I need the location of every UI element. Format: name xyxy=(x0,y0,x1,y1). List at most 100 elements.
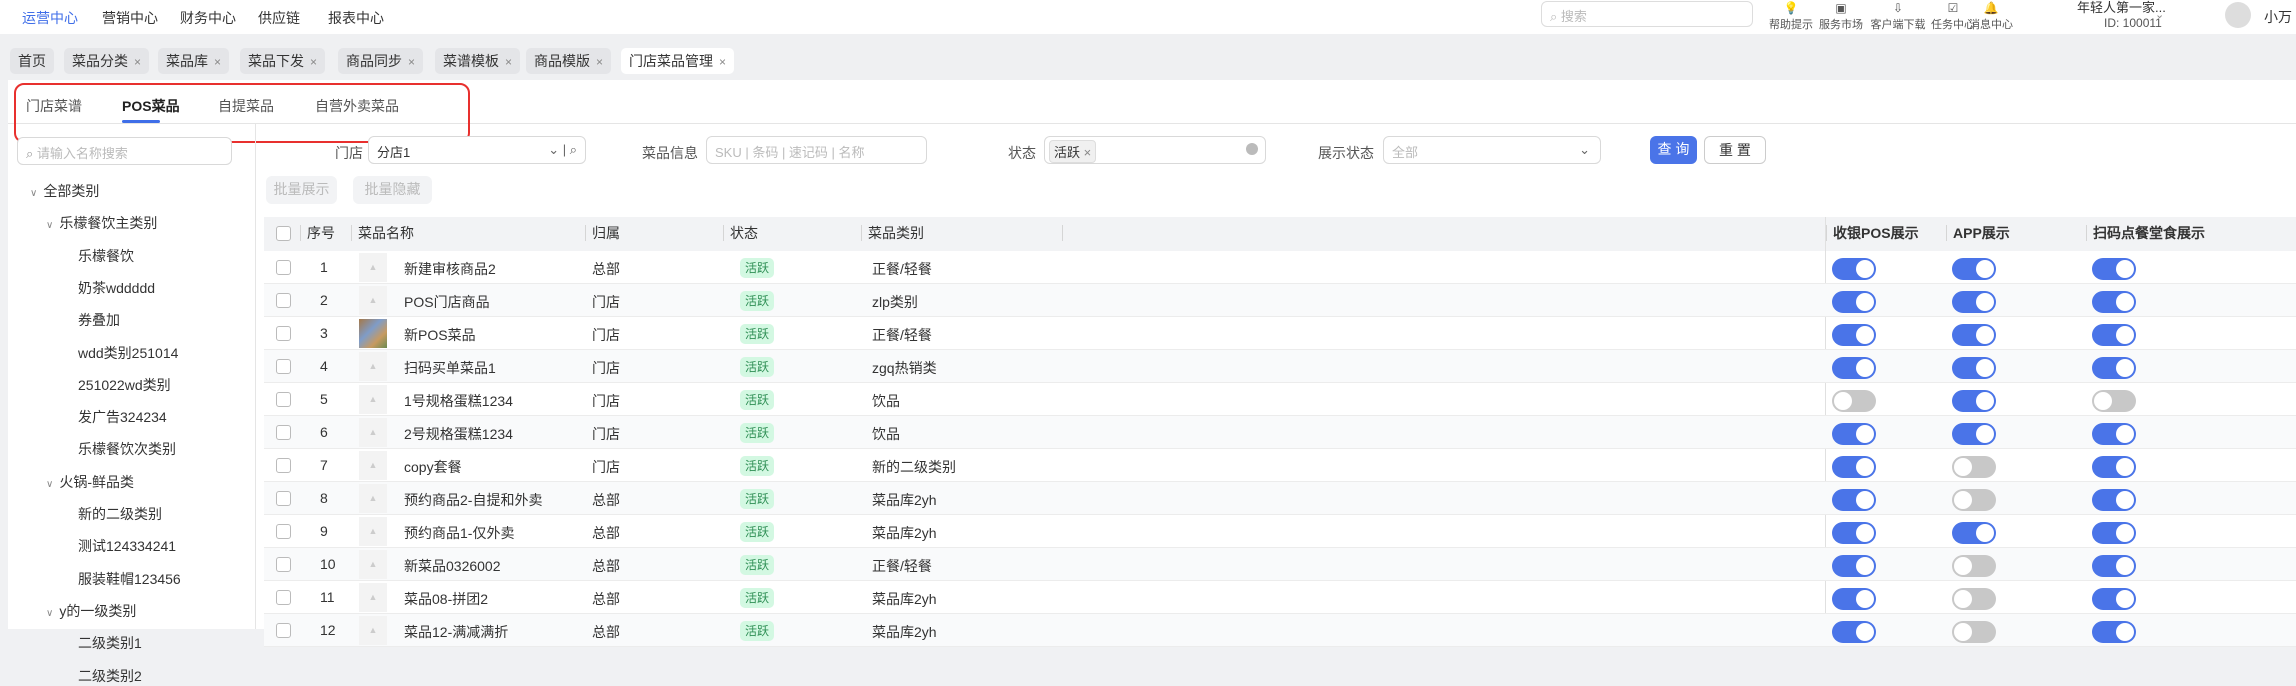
status-select[interactable]: 活跃 × xyxy=(1044,136,1266,164)
close-icon[interactable]: × xyxy=(214,55,221,69)
chevron-down-icon[interactable]: ∨ xyxy=(46,608,53,619)
app-display-toggle[interactable] xyxy=(1952,357,1996,379)
row-checkbox[interactable] xyxy=(276,491,291,506)
tree-item[interactable]: 二级类别2 xyxy=(78,666,142,686)
market-button[interactable]: ▣ 服务市场 xyxy=(1813,0,1869,32)
pos-display-toggle[interactable] xyxy=(1832,291,1876,313)
scan-display-toggle[interactable] xyxy=(2092,258,2136,280)
nav-marketing[interactable]: 营销中心 xyxy=(102,8,158,28)
app-display-toggle[interactable] xyxy=(1952,324,1996,346)
reset-button[interactable]: 重 置 xyxy=(1704,136,1766,164)
scan-display-toggle[interactable] xyxy=(2092,390,2136,412)
pos-display-toggle[interactable] xyxy=(1832,357,1876,379)
dish-name[interactable]: 新菜品0326002 xyxy=(404,556,501,576)
tree-item[interactable]: 二级类别1 xyxy=(78,633,142,653)
pos-display-toggle[interactable] xyxy=(1832,456,1876,478)
chevron-down-icon[interactable]: ⌄ xyxy=(2155,8,2164,21)
tree-item[interactable]: ∨ 火锅-鲜品类 xyxy=(46,472,134,492)
tab-7[interactable]: 门店菜品管理 × xyxy=(621,48,735,74)
tab-3[interactable]: 菜品下发 × xyxy=(240,48,326,74)
scan-display-toggle[interactable] xyxy=(2092,456,2136,478)
close-icon[interactable]: × xyxy=(505,55,512,69)
nav-finance[interactable]: 财务中心 xyxy=(180,8,236,28)
account-name[interactable]: 年轻人第一家... xyxy=(2077,0,2166,16)
close-icon[interactable]: × xyxy=(134,55,141,69)
download-button[interactable]: ⇩ 客户端下载 xyxy=(1866,0,1930,32)
dish-name[interactable]: 1号规格蛋糕1234 xyxy=(404,391,513,411)
app-display-toggle[interactable] xyxy=(1952,588,1996,610)
close-icon[interactable]: × xyxy=(719,55,726,69)
app-display-toggle[interactable] xyxy=(1952,456,1996,478)
info-input[interactable]: SKU | 条码 | 速记码 | 名称 xyxy=(706,136,927,164)
scan-display-toggle[interactable] xyxy=(2092,423,2136,445)
close-icon[interactable]: × xyxy=(1084,145,1092,160)
pos-display-toggle[interactable] xyxy=(1832,489,1876,511)
tree-item[interactable]: 251022wd类别 xyxy=(78,375,171,395)
tab-5[interactable]: 菜谱模板 × xyxy=(435,48,521,74)
scan-display-toggle[interactable] xyxy=(2092,357,2136,379)
scan-display-toggle[interactable] xyxy=(2092,555,2136,577)
pos-display-toggle[interactable] xyxy=(1832,555,1876,577)
app-display-toggle[interactable] xyxy=(1952,258,1996,280)
batch-hide-button[interactable]: 批量隐藏 xyxy=(353,176,432,204)
row-checkbox[interactable] xyxy=(276,623,291,638)
query-button[interactable]: 查 询 xyxy=(1650,136,1697,164)
tab-1[interactable]: 菜品分类 × xyxy=(64,48,150,74)
tree-item[interactable]: ∨ 全部类别 xyxy=(30,181,99,201)
display-status-select[interactable]: 全部 ⌄ xyxy=(1383,136,1601,164)
tree-item[interactable]: 测试124334241 xyxy=(78,536,176,556)
row-checkbox[interactable] xyxy=(276,590,291,605)
avatar[interactable] xyxy=(2225,2,2251,28)
nav-reports[interactable]: 报表中心 xyxy=(328,8,384,28)
app-display-toggle[interactable] xyxy=(1952,423,1996,445)
status-tag[interactable]: 活跃 × xyxy=(1049,140,1097,163)
pos-display-toggle[interactable] xyxy=(1832,423,1876,445)
row-checkbox[interactable] xyxy=(276,260,291,275)
scan-display-toggle[interactable] xyxy=(2092,291,2136,313)
chevron-down-icon[interactable]: ∨ xyxy=(30,188,37,199)
dish-name[interactable]: 2号规格蛋糕1234 xyxy=(404,424,513,444)
row-checkbox[interactable] xyxy=(276,359,291,374)
message-center-button[interactable]: 🔔 消息中心 xyxy=(1963,0,2019,32)
tree-item[interactable]: ∨ y的一级类别 xyxy=(46,601,136,621)
scan-display-toggle[interactable] xyxy=(2092,621,2136,643)
dish-name[interactable]: copy套餐 xyxy=(404,457,462,477)
dish-name[interactable]: 新POS菜品 xyxy=(404,325,476,345)
store-select[interactable]: 分店1 ⌄ | ⌕ xyxy=(368,136,586,164)
close-icon[interactable]: × xyxy=(596,55,603,69)
row-checkbox[interactable] xyxy=(276,458,291,473)
tab-4[interactable]: 商品同步 × xyxy=(338,48,424,74)
row-checkbox[interactable] xyxy=(276,293,291,308)
app-display-toggle[interactable] xyxy=(1952,522,1996,544)
scan-display-toggle[interactable] xyxy=(2092,588,2136,610)
dish-name[interactable]: 预约商品2-自提和外卖 xyxy=(404,490,542,510)
row-checkbox[interactable] xyxy=(276,392,291,407)
category-search-input[interactable]: ⌕ 请输入名称搜索 xyxy=(17,137,232,165)
app-display-toggle[interactable] xyxy=(1952,489,1996,511)
nav-supply-chain[interactable]: 供应链 xyxy=(258,8,300,28)
global-search-input[interactable]: ⌕ 搜索 xyxy=(1541,1,1753,27)
row-checkbox[interactable] xyxy=(276,524,291,539)
pos-display-toggle[interactable] xyxy=(1832,324,1876,346)
user-name[interactable]: 小万 xyxy=(2264,7,2292,27)
scan-display-toggle[interactable] xyxy=(2092,522,2136,544)
app-display-toggle[interactable] xyxy=(1952,390,1996,412)
app-display-toggle[interactable] xyxy=(1952,621,1996,643)
close-icon[interactable]: × xyxy=(408,55,415,69)
pos-display-toggle[interactable] xyxy=(1832,258,1876,280)
chevron-down-icon[interactable]: ∨ xyxy=(46,479,53,490)
row-checkbox[interactable] xyxy=(276,425,291,440)
tree-item[interactable]: 发广告324234 xyxy=(78,407,167,427)
select-all-checkbox[interactable] xyxy=(276,226,291,241)
pos-display-toggle[interactable] xyxy=(1832,621,1876,643)
tab-2[interactable]: 菜品库 × xyxy=(158,48,230,74)
tab-6[interactable]: 商品模版 × xyxy=(526,48,612,74)
batch-show-button[interactable]: 批量展示 xyxy=(266,176,337,204)
pos-display-toggle[interactable] xyxy=(1832,588,1876,610)
dish-name[interactable]: 菜品12-满减满折 xyxy=(404,622,508,642)
scan-display-toggle[interactable] xyxy=(2092,489,2136,511)
scan-display-toggle[interactable] xyxy=(2092,324,2136,346)
row-checkbox[interactable] xyxy=(276,326,291,341)
tree-item[interactable]: 奶茶wddddd xyxy=(78,278,155,298)
dish-name[interactable]: 菜品08-拼团2 xyxy=(404,589,488,609)
